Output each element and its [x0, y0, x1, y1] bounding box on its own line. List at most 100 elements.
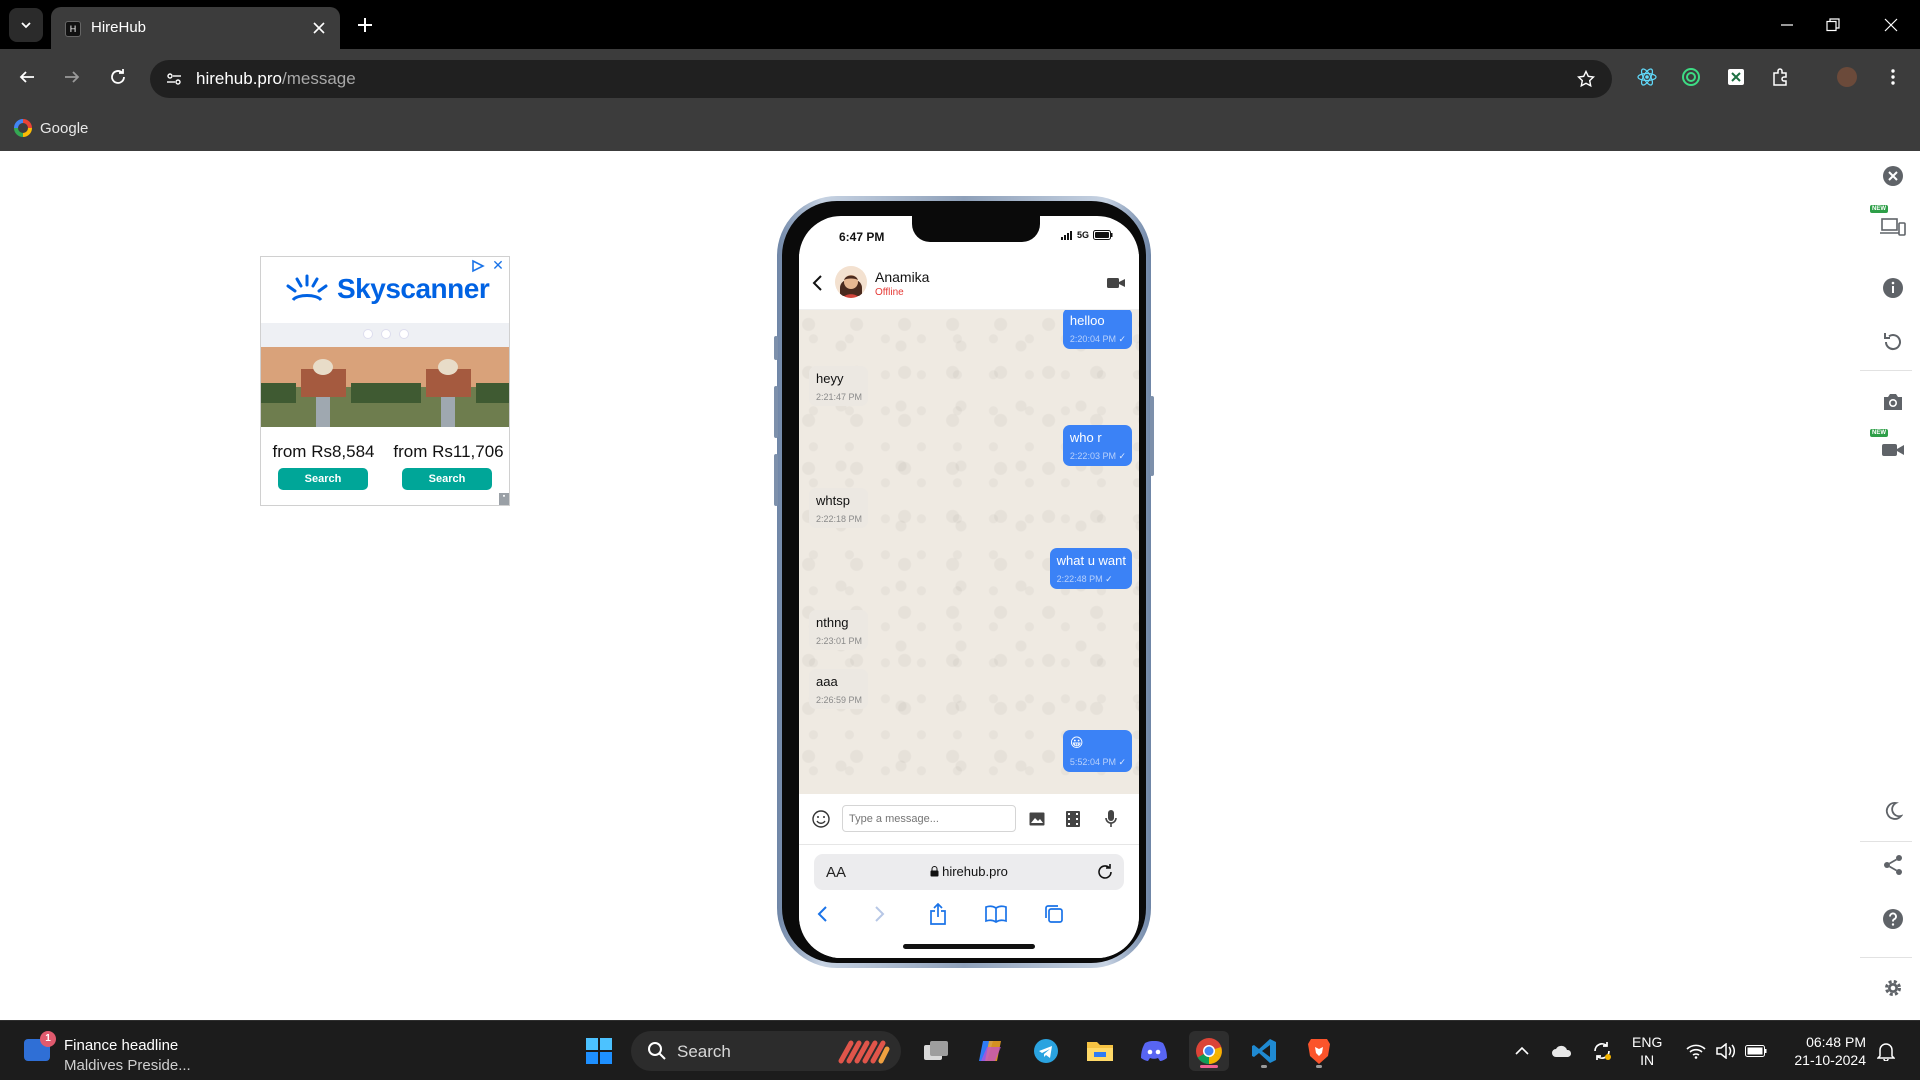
safari-address-bar[interactable]: AA hirehub.pro — [814, 854, 1124, 890]
ad-search-button[interactable]: Search — [402, 468, 492, 490]
voice-record-button[interactable] — [1101, 809, 1121, 829]
message-time: 2:23:01 PM — [816, 636, 863, 646]
react-devtools-extension[interactable] — [1634, 64, 1660, 90]
safari-forward-button[interactable] — [867, 901, 893, 927]
news-badge: 1 — [40, 1031, 56, 1047]
task-view-button[interactable] — [916, 1031, 956, 1071]
bookmark-google[interactable]: Google — [14, 116, 88, 140]
input-language[interactable]: ENG IN — [1632, 1033, 1662, 1069]
battery-tray[interactable] — [1744, 1039, 1768, 1063]
ad-image-monument — [386, 347, 509, 427]
page-content: ✕ Skyscanner from Rs8,584 from Rs11,706 … — [0, 151, 1920, 1020]
ad-carousel-dots[interactable] — [363, 329, 409, 339]
site-info-button[interactable] — [162, 67, 186, 91]
video-call-icon[interactable] — [1107, 276, 1125, 290]
target-extension[interactable] — [1678, 64, 1704, 90]
rotate-device-button[interactable] — [1878, 327, 1908, 357]
reload-button[interactable] — [103, 62, 133, 92]
chrome-taskbar-button[interactable] — [1189, 1031, 1229, 1071]
back-chevron-icon[interactable] — [809, 274, 827, 292]
brave-button[interactable] — [1299, 1031, 1339, 1071]
arrow-right-icon — [65, 71, 80, 83]
volume-tray[interactable] — [1714, 1039, 1738, 1063]
ad-search-button[interactable]: Search — [278, 468, 368, 490]
safari-share-button[interactable] — [925, 901, 951, 927]
attach-image-button[interactable] — [1027, 809, 1047, 829]
attach-video-button[interactable] — [1063, 809, 1083, 829]
help-button[interactable] — [1878, 904, 1908, 934]
contact-avatar[interactable] — [835, 266, 867, 298]
ad-close-icon[interactable]: ✕ — [491, 258, 505, 273]
message-time: 2:20:04 PM — [1070, 334, 1126, 345]
screenshot-button[interactable] — [1878, 387, 1908, 417]
new-tab-button[interactable] — [352, 12, 378, 38]
incoming-message[interactable]: nthng 2:23:01 PM — [809, 610, 869, 650]
incoming-message[interactable]: whtsp 2:22:18 PM — [809, 488, 869, 528]
show-hidden-icons-button[interactable] — [1510, 1039, 1534, 1063]
forward-button[interactable] — [57, 62, 87, 92]
screen-record-button[interactable]: NEW — [1870, 429, 1908, 465]
message-composer — [799, 794, 1139, 844]
notifications-button[interactable] — [1874, 1039, 1898, 1063]
settings-button[interactable] — [1878, 973, 1908, 1003]
contact-name: Anamika — [875, 269, 930, 285]
system-clock[interactable]: 06:48 PM 21-10-2024 — [1782, 1033, 1866, 1069]
close-window-button[interactable] — [1878, 12, 1904, 38]
carousel-dot[interactable] — [381, 329, 391, 339]
incoming-message[interactable]: heyy 2:21:47 PM — [809, 366, 869, 406]
google-icon — [14, 119, 32, 137]
bookmark-star-button[interactable] — [1574, 67, 1598, 91]
start-button[interactable] — [579, 1031, 619, 1071]
copilot-button[interactable] — [971, 1031, 1011, 1071]
browser-menu-button[interactable] — [1880, 64, 1906, 90]
ad-info-icon[interactable]: ▪ — [499, 493, 509, 505]
address-bar[interactable]: hirehub.pro/message — [150, 60, 1612, 98]
phone-volume-down — [774, 454, 778, 506]
taskbar-search[interactable]: Search — [631, 1031, 901, 1071]
browser-tab-strip: H HireHub — [0, 0, 1920, 49]
emoji-icon[interactable] — [811, 809, 831, 829]
dark-mode-button[interactable] — [1878, 796, 1908, 826]
phone-mute-switch — [774, 336, 778, 360]
message-text: whtsp — [816, 493, 850, 508]
message-time: 2:26:59 PM — [816, 695, 863, 705]
discord-button[interactable] — [1134, 1031, 1174, 1071]
skyscanner-ad[interactable]: ✕ Skyscanner from Rs8,584 from Rs11,706 … — [260, 256, 510, 506]
back-button[interactable] — [12, 62, 42, 92]
browser-tab[interactable]: H HireHub — [51, 7, 340, 49]
adchoices-icon[interactable] — [471, 259, 485, 273]
carousel-dot[interactable] — [399, 329, 409, 339]
profile-avatar[interactable] — [1834, 64, 1860, 90]
file-explorer-button[interactable] — [1080, 1031, 1120, 1071]
wifi-tray[interactable] — [1684, 1039, 1708, 1063]
responsive-devices-button[interactable]: NEW — [1870, 205, 1908, 241]
close-device-frame-button[interactable] — [1878, 161, 1908, 191]
outgoing-message[interactable]: what u want 2:22:48 PM — [1049, 548, 1132, 589]
news-widget[interactable]: 1 Finance headline Maldives Preside... — [24, 1029, 224, 1074]
message-input[interactable] — [842, 805, 1016, 832]
outgoing-message[interactable]: 😀 5:52:04 PM — [1062, 730, 1132, 772]
ad-brand: Skyscanner — [337, 273, 490, 304]
safari-back-button[interactable] — [809, 901, 835, 927]
share-button[interactable] — [1878, 850, 1908, 880]
vscode-button[interactable] — [1244, 1031, 1284, 1071]
running-indicator — [1261, 1065, 1267, 1068]
chat-messages[interactable]: helloo 2:20:04 PM heyy 2:21:47 PM who r … — [799, 310, 1139, 794]
excel-extension[interactable] — [1723, 64, 1749, 90]
safari-bookmarks-button[interactable] — [983, 901, 1009, 927]
tab-search-button[interactable] — [9, 8, 43, 42]
carousel-dot[interactable] — [363, 329, 373, 339]
minimize-button[interactable] — [1774, 12, 1800, 38]
incoming-message[interactable]: aaa 2:26:59 PM — [809, 669, 869, 709]
telegram-button[interactable] — [1026, 1031, 1066, 1071]
sync-tray[interactable] — [1590, 1039, 1614, 1063]
outgoing-message[interactable]: who r 2:22:03 PM — [1062, 425, 1132, 466]
extensions-button[interactable] — [1768, 64, 1794, 90]
onedrive-tray[interactable] — [1550, 1039, 1574, 1063]
info-button[interactable] — [1878, 273, 1908, 303]
outgoing-message[interactable]: helloo 2:20:04 PM — [1062, 310, 1132, 349]
safari-tabs-button[interactable] — [1041, 901, 1067, 927]
restore-button[interactable] — [1820, 12, 1846, 38]
reload-icon[interactable] — [1096, 863, 1114, 881]
tab-close-button[interactable] — [309, 18, 329, 38]
